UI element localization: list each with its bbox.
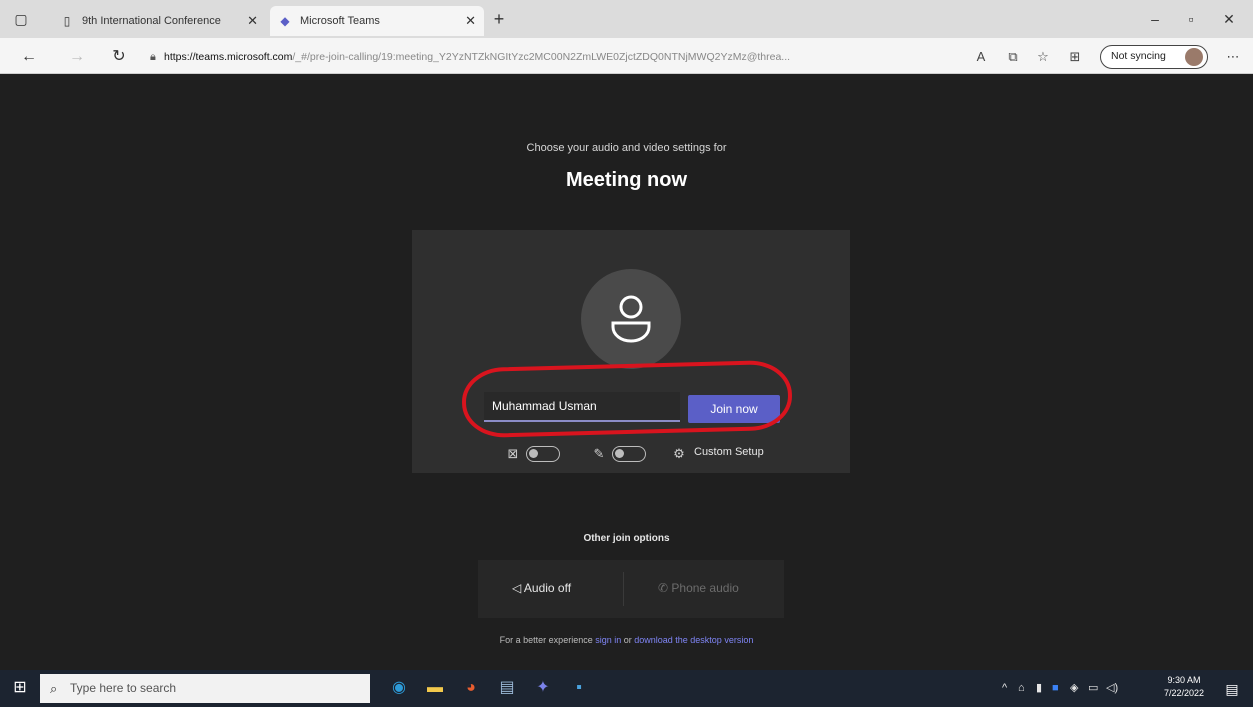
refresh-icon[interactable]: ↻ — [108, 46, 130, 68]
tray-app-icon[interactable]: ▮ — [1036, 680, 1042, 696]
options-divider — [623, 572, 624, 606]
windows-start-icon[interactable]: ⊞ — [10, 678, 30, 698]
mic-toggle[interactable] — [612, 446, 646, 462]
speaker-icon: ◁ — [512, 581, 524, 595]
tab-conference[interactable]: ▯ 9th International Conference ✕ — [52, 6, 266, 36]
read-aloud-icon[interactable]: A — [970, 46, 992, 68]
close-window-icon[interactable]: ✕ — [1214, 8, 1244, 30]
tab-teams[interactable]: ◆ Microsoft Teams ✕ — [270, 6, 484, 36]
audio-off-option[interactable]: ◁ Audio off — [512, 578, 571, 598]
profile-sync-button[interactable]: Not syncing — [1100, 45, 1208, 69]
lock-icon[interactable]: 🔒︎ — [150, 45, 164, 69]
prejoin-screen: Choose your audio and video settings for… — [0, 75, 1253, 670]
teams-taskbar-icon[interactable]: ✦ — [532, 677, 554, 699]
url-path: /_#/pre-join-calling/19:meeting_Y2YzNTZk… — [292, 51, 791, 63]
camera-off-icon: ⊠ — [507, 446, 519, 461]
security-icon[interactable]: ◈ — [1070, 680, 1078, 696]
device-controls: ⊠ ✎ ⚙ Custom Setup — [412, 442, 850, 466]
notepad-icon[interactable]: ▤ — [496, 677, 518, 699]
tray-expand-icon[interactable]: ^ — [1002, 680, 1007, 696]
browser-toolbar: ← → ↻ 🔒︎ https://teams.microsoft.com/_#/p… — [0, 38, 1253, 74]
forward-icon[interactable]: → — [66, 46, 88, 68]
footer-prefix: For a better experience — [499, 635, 596, 645]
store-icon[interactable]: ▪ — [568, 677, 590, 699]
minimize-icon[interactable]: – — [1140, 8, 1170, 30]
phone-icon: ✆ — [658, 581, 672, 595]
phone-audio-label: Phone audio — [671, 581, 739, 595]
notification-icon[interactable]: ▤ — [1222, 679, 1242, 699]
tab-title: Microsoft Teams — [300, 15, 380, 27]
teams-icon: ◆ — [280, 14, 290, 28]
name-input[interactable] — [484, 392, 680, 422]
edge-icon[interactable]: ◉ — [388, 677, 410, 699]
mic-off-icon: ✎ — [593, 446, 605, 461]
preview-card: Join now ⊠ ✎ ⚙ Custom Setup — [412, 230, 850, 473]
onedrive-icon[interactable]: ■ — [1052, 680, 1059, 696]
file-explorer-icon[interactable]: ▬ — [424, 677, 446, 699]
volume-icon[interactable]: ◁) — [1106, 680, 1118, 696]
collections-icon[interactable]: ⊞ — [1064, 46, 1086, 68]
page-icon: ▯ — [63, 14, 71, 28]
close-tab-icon[interactable]: ✕ — [247, 6, 258, 36]
display-icon[interactable]: ▭ — [1088, 680, 1098, 696]
clock-time: 9:30 AM — [1167, 675, 1201, 685]
favorites-icon[interactable]: ☆ — [1032, 46, 1054, 68]
app-available-icon[interactable]: ⧉ — [1002, 46, 1024, 68]
browser-tab-bar: ▢ ▯ 9th International Conference ✕ ◆ Mic… — [0, 0, 1253, 38]
custom-setup-button[interactable]: Custom Setup — [694, 446, 764, 458]
profile-avatar — [1185, 48, 1203, 66]
download-desktop-link[interactable]: download the desktop version — [634, 635, 753, 645]
better-experience-footer: For a better experience sign in or downl… — [0, 635, 1253, 645]
audio-off-label: Audio off — [523, 581, 572, 595]
camera-toggle[interactable] — [526, 446, 560, 462]
search-placeholder: Type here to search — [70, 681, 177, 695]
footer-middle: or — [621, 635, 635, 645]
windows-taskbar: ⊞ ⌕ Type here to search ◉ ▬ ◕ ▤ ✦ ▪ ^ ⌂ … — [0, 670, 1253, 707]
network-icon[interactable]: ⌂ — [1018, 680, 1025, 696]
prejoin-subtitle: Choose your audio and video settings for — [526, 142, 727, 154]
search-icon: ⌕ — [50, 681, 58, 696]
phone-audio-option[interactable]: ✆ Phone audio — [658, 578, 739, 598]
new-tab-icon[interactable]: + — [488, 8, 510, 30]
tab-actions-icon[interactable]: ▢ — [12, 10, 30, 28]
settings-gear-icon[interactable]: ⚙ — [670, 445, 688, 463]
person-icon — [611, 295, 651, 343]
other-join-options-title: Other join options — [583, 533, 670, 544]
address-bar[interactable]: 🔒︎ https://teams.microsoft.com/_#/pre-joi… — [150, 45, 958, 69]
clock-date: 7/22/2022 — [1163, 688, 1205, 698]
taskbar-search[interactable]: ⌕ Type here to search — [40, 674, 370, 703]
tab-title: 9th International Conference — [82, 15, 221, 27]
url-host: https://teams.microsoft.com — [164, 51, 293, 63]
taskbar-clock[interactable]: 9:30 AM 7/22/2022 — [1160, 674, 1208, 700]
maximize-icon[interactable]: ▫ — [1176, 8, 1206, 30]
more-menu-icon[interactable]: ⋯ — [1222, 46, 1244, 68]
meeting-title: Meeting now — [565, 169, 688, 191]
chrome-icon[interactable]: ◕ — [460, 677, 482, 699]
avatar — [581, 269, 681, 369]
other-join-options: ◁ Audio off ✆ Phone audio — [478, 560, 784, 618]
join-now-button[interactable]: Join now — [688, 395, 780, 423]
close-tab-icon[interactable]: ✕ — [465, 6, 476, 36]
sign-in-link[interactable]: sign in — [595, 635, 621, 645]
sync-label: Not syncing — [1111, 50, 1166, 62]
back-icon[interactable]: ← — [18, 46, 40, 68]
